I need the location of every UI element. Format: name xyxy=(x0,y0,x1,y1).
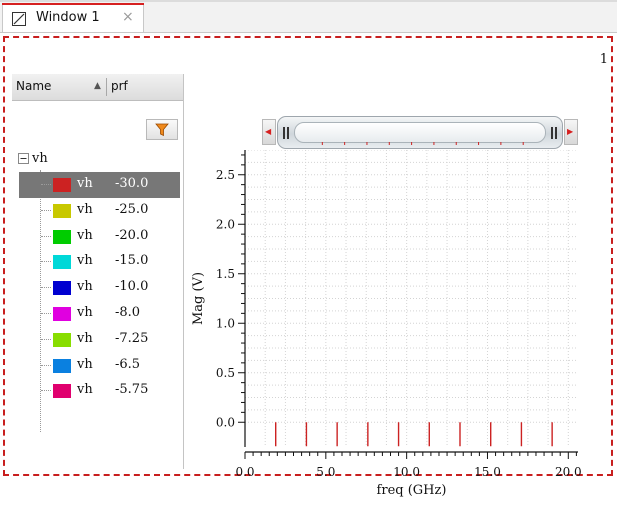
tab-window-1[interactable]: Window 1 × xyxy=(2,3,144,32)
waveform-window-icon xyxy=(12,12,26,26)
color-swatch-icon xyxy=(53,203,71,218)
scroll-left-button[interactable]: ◀ xyxy=(262,119,276,145)
tab-label: Window 1 xyxy=(36,10,100,25)
signal-name: vh xyxy=(77,382,93,398)
tree-guide-branch xyxy=(41,390,51,392)
signal-prf-value: -15.0 xyxy=(115,253,149,269)
tree-row[interactable]: vh -6.5 xyxy=(19,353,180,379)
tree-row[interactable]: vh -8.0 xyxy=(19,301,180,327)
tree-row[interactable]: vh -25.0 xyxy=(19,198,180,224)
x-axis-scroller[interactable]: ◀ ▶ xyxy=(262,116,578,149)
tree-guide-branch xyxy=(41,209,51,211)
y-tick-label: 2.5 xyxy=(216,168,235,182)
tree-guide-branch xyxy=(41,338,51,340)
plot-window-frame: 1 Name ▲ prf vh vh -30.0 vh -25.0 vh -20.0 vh -… xyxy=(3,36,613,498)
y-tick-label: 0.5 xyxy=(216,366,235,380)
scroll-left-icon: ◀ xyxy=(265,127,272,136)
tree-guide-branch xyxy=(41,313,51,314)
signal-name: vh xyxy=(77,356,93,372)
column-header-name[interactable]: Name xyxy=(16,79,51,93)
tree-guide-branch xyxy=(41,235,51,237)
tree-guide-branch xyxy=(41,184,51,185)
y-tick-label: 1.0 xyxy=(216,316,235,330)
tree-guide-branch xyxy=(41,364,51,366)
signal-prf-value: -10.0 xyxy=(115,279,149,295)
thumb-grip-right[interactable] xyxy=(551,127,553,139)
spectrum-plot[interactable]: 0.0 0.5 1.0 1.5 2.0 2.5 0.0 5.0 10.0 15.0 20.0 freq… xyxy=(185,150,595,510)
color-swatch-icon xyxy=(53,178,71,192)
x-tick-label: 0.0 xyxy=(235,465,254,479)
color-swatch-icon xyxy=(53,281,71,296)
signal-name: vh xyxy=(77,279,93,295)
scroll-thumb-marks xyxy=(321,142,524,145)
filter-button[interactable] xyxy=(146,119,178,140)
signal-name: vh xyxy=(77,201,93,217)
signal-name: vh xyxy=(77,253,93,269)
color-swatch-icon xyxy=(53,255,71,270)
tab-bar-top-edge xyxy=(0,0,617,2)
signal-prf-value: -20.0 xyxy=(115,227,149,243)
filter-funnel-icon xyxy=(155,123,169,137)
x-tick-label: 15.0 xyxy=(474,465,501,479)
signal-name: vh xyxy=(77,305,93,320)
tab-bar: Window 1 × xyxy=(0,0,617,33)
signal-prf-value: -5.75 xyxy=(115,382,149,398)
scroll-right-button[interactable]: ▶ xyxy=(564,119,578,145)
signal-name: vh xyxy=(77,330,93,346)
scroll-right-icon: ▶ xyxy=(567,127,574,136)
column-header-prf[interactable]: prf xyxy=(111,79,128,93)
signal-prf-value: -8.0 xyxy=(115,305,141,320)
tree-header: Name ▲ prf xyxy=(12,74,183,101)
close-tab-icon[interactable]: × xyxy=(122,9,134,25)
x-tick-label: 20.0 xyxy=(555,465,582,479)
active-tab-indicator xyxy=(2,3,144,5)
x-axis-label: freq (GHz) xyxy=(377,483,447,498)
y-axis-label: Mag (V) xyxy=(191,272,206,325)
tree-guide-branch xyxy=(41,261,51,263)
signal-tree-panel: Name ▲ prf vh vh -30.0 vh -25.0 vh -20.0 vh -15… xyxy=(12,74,184,469)
tree-row[interactable]: vh -15.0 xyxy=(19,249,180,275)
signal-name: vh xyxy=(77,176,93,191)
x-tick-label: 10.0 xyxy=(393,465,420,479)
tree-row[interactable]: vh -20.0 xyxy=(19,224,180,250)
signal-name: vh xyxy=(77,227,93,243)
collapse-minus-icon[interactable] xyxy=(18,153,29,164)
signal-prf-value: -7.25 xyxy=(115,330,149,346)
signal-prf-value: -6.5 xyxy=(115,356,141,372)
subwindow-number: 1 xyxy=(599,52,608,67)
thumb-grip-right-2[interactable] xyxy=(555,127,557,139)
x-tick-label: 5.0 xyxy=(316,465,335,479)
tree-row[interactable]: vh -10.0 xyxy=(19,275,180,301)
y-tick-label: 0.0 xyxy=(216,415,235,429)
color-swatch-icon xyxy=(53,384,71,399)
color-swatch-icon xyxy=(53,229,71,244)
tree-row[interactable]: vh -30.0 xyxy=(19,172,180,198)
y-tick-label: 1.5 xyxy=(216,267,235,281)
tree-row[interactable]: vh -5.75 xyxy=(19,378,180,404)
tree-root-label: vh xyxy=(32,151,48,166)
signal-prf-value: -30.0 xyxy=(115,176,149,191)
scroll-thumb[interactable] xyxy=(277,116,563,149)
y-tick-label: 2.0 xyxy=(216,217,235,231)
sort-ascending-icon[interactable]: ▲ xyxy=(94,81,101,91)
tree-guide-branch xyxy=(41,287,51,289)
signal-prf-value: -25.0 xyxy=(115,201,149,217)
column-separator[interactable] xyxy=(106,78,107,96)
color-swatch-icon xyxy=(53,358,71,373)
color-swatch-icon xyxy=(53,307,71,321)
color-swatch-icon xyxy=(53,332,71,347)
tree-row[interactable]: vh -7.25 xyxy=(19,327,180,353)
